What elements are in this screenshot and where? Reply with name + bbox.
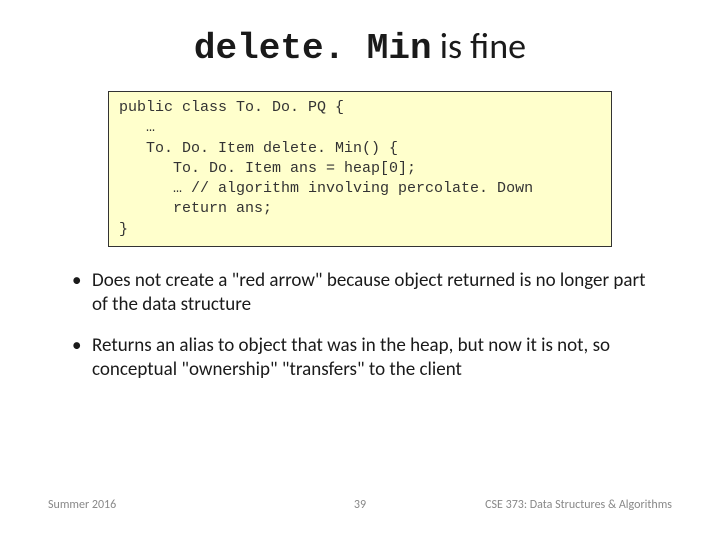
slide-title: delete. Min is fine <box>48 24 672 69</box>
title-mono-part: delete. Min <box>194 28 432 69</box>
title-rest-part: is fine <box>432 24 527 68</box>
bullet-item: Returns an alias to object that was in t… <box>68 334 652 382</box>
footer-page-number: 39 <box>256 498 464 512</box>
bullet-list: Does not create a "red arrow" because ob… <box>68 269 652 382</box>
bullet-item: Does not create a "red arrow" because ob… <box>68 269 652 317</box>
footer-course: CSE 373: Data Structures & Algorithms <box>464 498 672 512</box>
slide: delete. Min is fine public class To. Do.… <box>0 0 720 540</box>
footer-term: Summer 2016 <box>48 498 256 512</box>
slide-footer: Summer 2016 39 CSE 373: Data Structures … <box>0 498 720 512</box>
code-block: public class To. Do. PQ { … To. Do. Item… <box>108 91 612 247</box>
